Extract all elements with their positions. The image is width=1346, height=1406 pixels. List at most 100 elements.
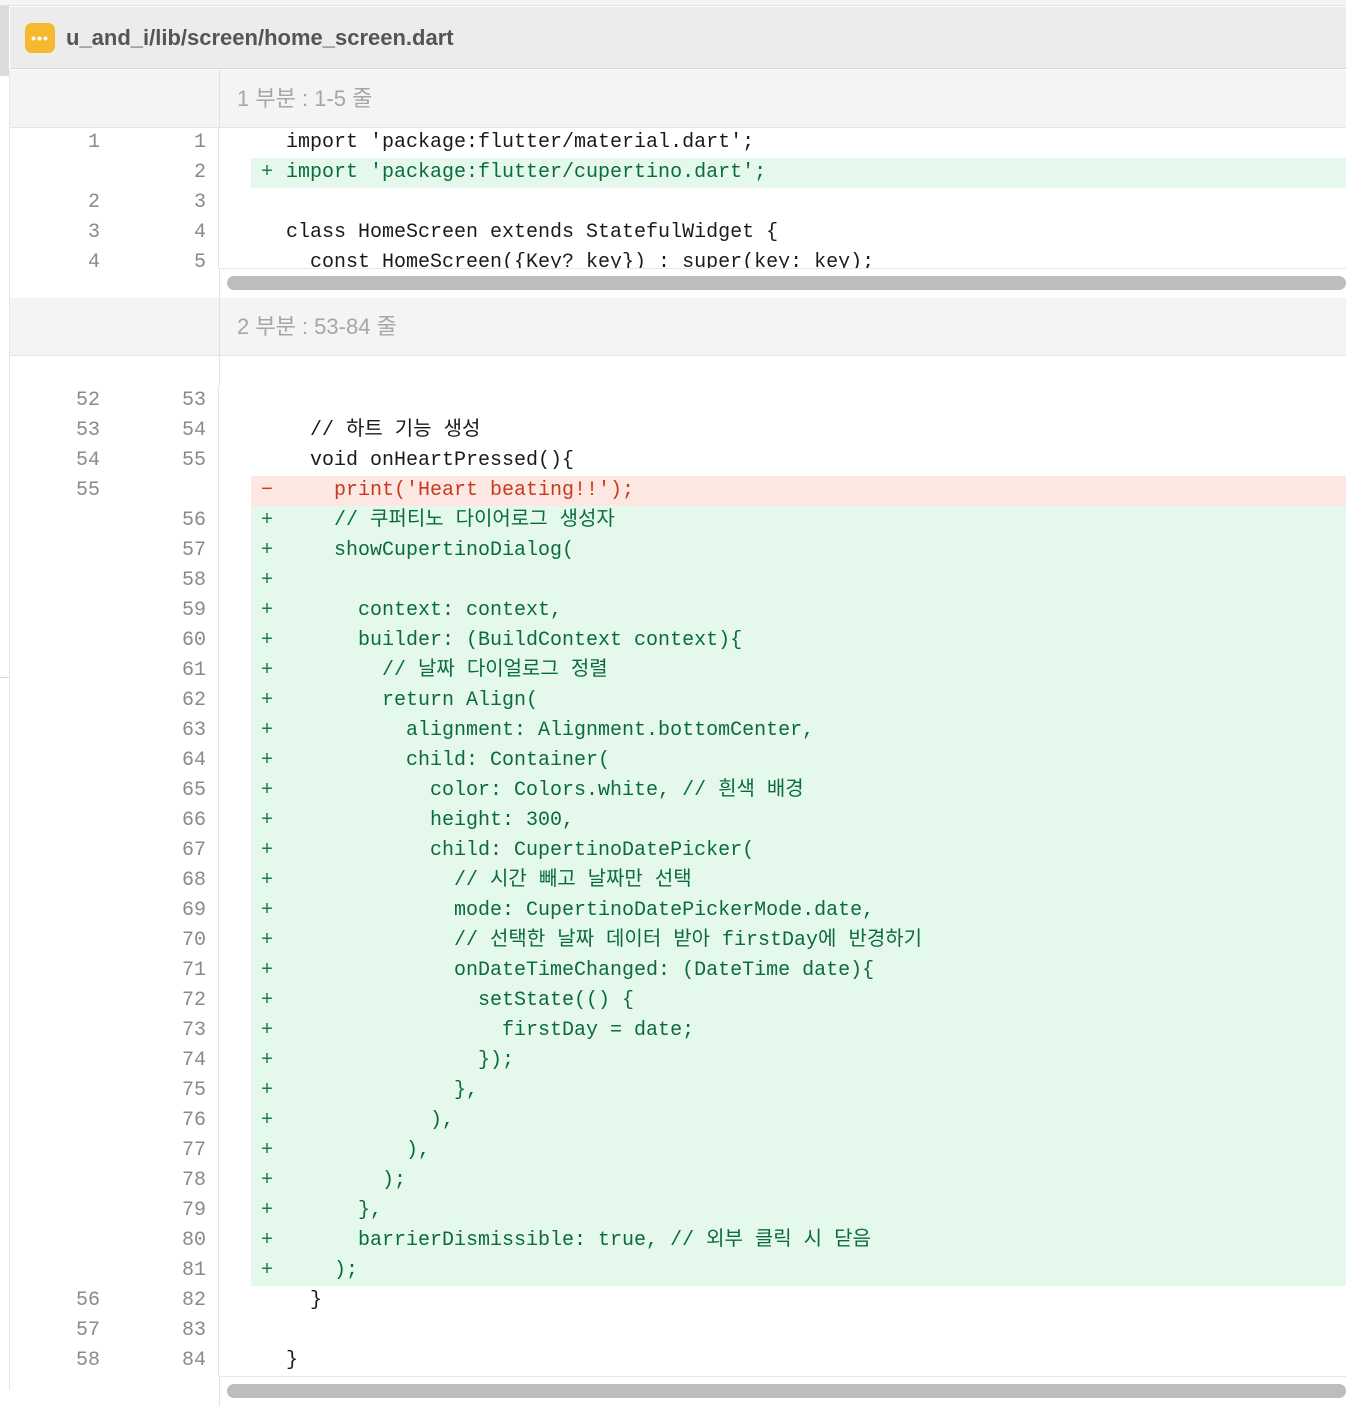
old-line-number <box>10 1226 114 1256</box>
diff-sign: + <box>261 719 274 742</box>
line-highlight <box>251 1166 1346 1196</box>
new-line-number: 67 <box>114 836 219 866</box>
diff-line: 55 − print('Heart beating!!'); <box>10 476 1346 506</box>
diff-sign: + <box>261 1259 274 1282</box>
old-line-number: 57 <box>75 1319 100 1342</box>
line-content: + setState(() { <box>219 986 1346 1016</box>
diff-line: 58 + <box>10 566 1346 596</box>
old-line-number <box>10 536 114 566</box>
diff-sign: + <box>261 1229 274 1252</box>
code-text: ), <box>286 1139 431 1162</box>
line-content: + child: Container( <box>219 746 1346 776</box>
code-text: // 쿠퍼티노 다이어로그 생성자 <box>286 509 615 532</box>
new-line-number: 80 <box>114 1226 219 1256</box>
horizontal-scrollbar[interactable] <box>10 1376 1346 1406</box>
scroll-track[interactable] <box>220 1376 1346 1406</box>
line-content <box>219 386 1346 416</box>
line-content: + context: context, <box>219 596 1346 626</box>
diff-sign: + <box>261 509 274 532</box>
diff-line: 73 + firstDay = date; <box>10 1016 1346 1046</box>
code-text: ); <box>286 1259 359 1282</box>
new-line-number: 57 <box>114 536 219 566</box>
hunk-gutter <box>10 298 220 355</box>
diff-line: 81 + ); <box>10 1256 1346 1286</box>
diff-line: 71 + onDateTimeChanged: (DateTime date){ <box>10 956 1346 986</box>
ellipsis-icon[interactable]: ••• <box>25 22 55 53</box>
diff-line: 68 + // 시간 빼고 날짜만 선택 <box>10 866 1346 896</box>
line-content: + return Align( <box>219 686 1346 716</box>
code-text: ), <box>286 1109 455 1132</box>
new-line-number: 82 <box>114 1286 219 1316</box>
code-text: setState(() { <box>286 989 635 1012</box>
code-text: // 시간 빼고 날짜만 선택 <box>286 869 692 892</box>
old-line-number: 2 <box>87 191 100 214</box>
new-line-number: 77 <box>114 1136 219 1166</box>
diff-sign: + <box>261 1109 274 1132</box>
line-content: } <box>219 1346 1346 1376</box>
code-text: const HomeScreen({Key? key}) : super(key… <box>286 251 875 268</box>
code-text: showCupertinoDialog( <box>286 539 575 562</box>
file-header: ••• u_and_i/lib/screen/home_screen.dart <box>10 7 1346 69</box>
diff-sign: + <box>261 779 274 802</box>
line-content: + height: 300, <box>219 806 1346 836</box>
code-text: alignment: Alignment.bottomCenter, <box>286 719 815 742</box>
top-rule <box>0 0 1346 6</box>
diff-line: 70 + // 선택한 날짜 데이터 받아 firstDay에 반경하기 <box>10 926 1346 956</box>
new-line-number: 70 <box>114 926 219 956</box>
line-content: + firstDay = date; <box>219 1016 1346 1046</box>
new-line-number: 53 <box>114 386 219 416</box>
scroll-track[interactable] <box>220 268 1346 298</box>
line-content: + ), <box>219 1136 1346 1166</box>
diff-line: 52 53 <box>10 386 1346 416</box>
scrollbar-gutter <box>10 268 220 298</box>
diff-line: 62 + return Align( <box>10 686 1346 716</box>
diff-line: 58 84} <box>10 1346 1346 1376</box>
scroll-thumb[interactable] <box>227 1384 1346 1398</box>
old-line-number <box>10 1196 114 1226</box>
diff-view: 1 부분 : 1-5 줄 1 1 import 'package:flutter/m… <box>10 70 1346 1406</box>
diff-line: 53 54 // 하트 기능 생성 <box>10 416 1346 446</box>
new-line-number: 71 <box>114 956 219 986</box>
line-content: } <box>219 1286 1346 1316</box>
diff-line: 67 + child: CupertinoDatePicker( <box>10 836 1346 866</box>
line-content: class HomeScreen extends StatefulWidget … <box>219 218 1346 248</box>
old-line-number: 1 <box>87 131 100 154</box>
line-content: + barrierDismissible: true, // 외부 클릭 시 닫… <box>219 1226 1346 1256</box>
old-line-number <box>10 956 114 986</box>
hunk-lines: 1 1 import 'package:flutter/material.dart'… <box>10 128 1346 268</box>
diff-sign: + <box>261 959 274 982</box>
line-content: + }, <box>219 1076 1346 1106</box>
line-content: + }, <box>219 1196 1346 1226</box>
code-text: height: 300, <box>286 809 575 832</box>
old-line-number <box>10 506 114 536</box>
line-highlight <box>251 1286 1346 1316</box>
diff-line: 63 + alignment: Alignment.bottomCenter, <box>10 716 1346 746</box>
new-line-number: 72 <box>114 986 219 1016</box>
code-text: return Align( <box>286 689 539 712</box>
new-line-number: 76 <box>114 1106 219 1136</box>
diff-sign: + <box>261 929 274 952</box>
diff-line: 76 + ), <box>10 1106 1346 1136</box>
old-line-number: 4 <box>87 251 100 268</box>
line-content: + ); <box>219 1166 1346 1196</box>
hunk-spacer <box>10 356 1346 386</box>
diff-line: 45 const HomeScreen({Key? key}) : super(… <box>10 248 1346 268</box>
diff-line: 65 + color: Colors.white, // 흰색 배경 <box>10 776 1346 806</box>
line-content: + // 시간 빼고 날짜만 선택 <box>219 866 1346 896</box>
line-content: + <box>219 566 1346 596</box>
code-text: // 날짜 다이얼로그 정렬 <box>286 659 608 682</box>
line-content: + child: CupertinoDatePicker( <box>219 836 1346 866</box>
left-mark <box>0 677 9 678</box>
hunk-lines: 52 53 53 54 // 하트 기능 생성 54 55 void onHeartPre… <box>10 386 1346 1376</box>
diff-sign: − <box>261 479 274 502</box>
old-line-number <box>10 1016 114 1046</box>
horizontal-scrollbar[interactable] <box>10 268 1346 298</box>
hunk-title: 2 부분 : 53-84 줄 <box>237 314 397 339</box>
code-text: // 하트 기능 생성 <box>286 419 481 442</box>
line-content: + color: Colors.white, // 흰색 배경 <box>219 776 1346 806</box>
line-content: + // 날짜 다이얼로그 정렬 <box>219 656 1346 686</box>
scroll-thumb[interactable] <box>227 276 1346 290</box>
new-line-number: 56 <box>114 506 219 536</box>
new-line-number <box>114 476 219 506</box>
new-line-number: 69 <box>114 896 219 926</box>
